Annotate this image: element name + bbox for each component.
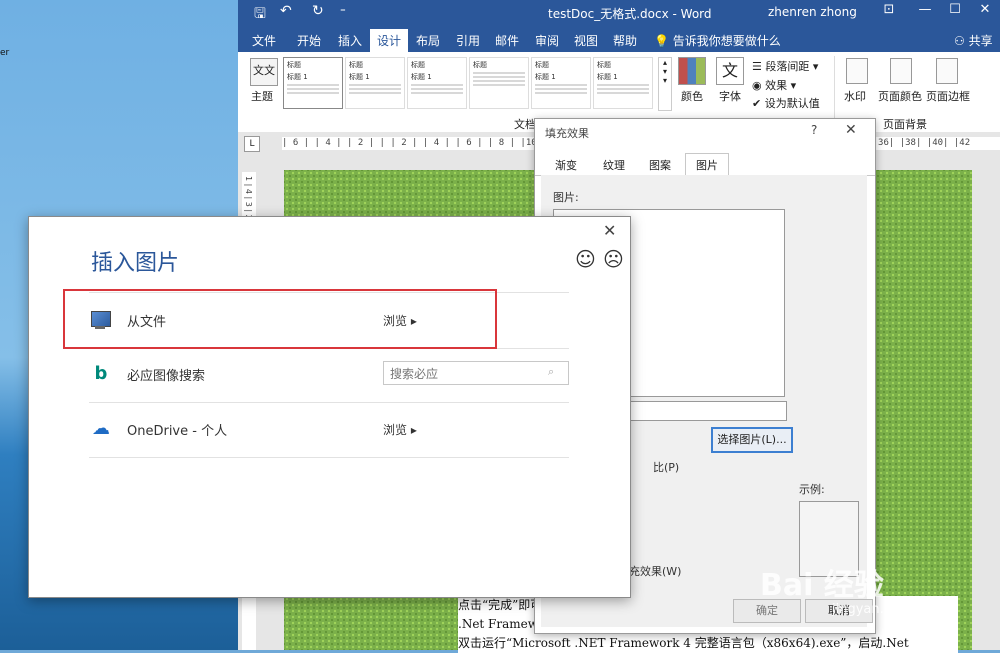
style-set-title: 标题 bbox=[473, 61, 487, 69]
style-set-item[interactable]: 标题 标题 1 bbox=[407, 57, 467, 109]
tab-mailings[interactable]: 邮件 bbox=[495, 32, 519, 49]
tab-references[interactable]: 引用 bbox=[456, 32, 480, 49]
bing-icon: b bbox=[94, 363, 108, 384]
customize-toolbar-icon[interactable]: ⁼ bbox=[340, 5, 346, 18]
tell-me-search[interactable]: 💡 告诉我你想要做什么 bbox=[654, 32, 781, 49]
title-bar: 🖫 ↶ ↻ ⁼ testDoc_无格式.docx - Word zhenren … bbox=[238, 0, 1000, 26]
fill-effects-tabs: 渐变 纹理 图案 图片 bbox=[535, 151, 875, 179]
tab-file[interactable]: 文件 bbox=[252, 32, 276, 49]
tell-me-label: 告诉我你想要做什么 bbox=[672, 34, 781, 48]
style-set-heading: 标题 1 bbox=[597, 73, 618, 81]
paragraph-spacing-label: 段落间距 bbox=[765, 60, 810, 73]
style-set-item[interactable]: 标题 标题 1 bbox=[283, 57, 343, 109]
themes-icon[interactable]: 文文 bbox=[250, 58, 278, 86]
help-icon[interactable]: ? bbox=[811, 123, 817, 137]
style-set-title: 标题 bbox=[287, 61, 301, 69]
minimize-icon[interactable]: — bbox=[910, 2, 940, 17]
browse-link[interactable]: 浏览 ▸ bbox=[383, 421, 417, 438]
tab-pattern[interactable]: 图案 bbox=[649, 157, 671, 173]
undo-icon[interactable]: ↶ bbox=[280, 3, 292, 19]
close-icon[interactable]: ✕ bbox=[603, 221, 616, 240]
style-set-item[interactable]: 标题 标题 1 bbox=[345, 57, 405, 109]
rotate-fill-checkbox[interactable]: 充效果(W) bbox=[629, 563, 681, 579]
paragraph-spacing-button[interactable]: ☰ 段落间距 ▾ bbox=[752, 58, 818, 74]
themes-label[interactable]: 主题 bbox=[251, 88, 273, 104]
onedrive-row[interactable]: ☁ OneDrive - 个人 浏览 ▸ bbox=[89, 402, 569, 458]
cloud-icon: ☁ bbox=[92, 418, 110, 439]
page-color-label[interactable]: 页面颜色 bbox=[878, 88, 922, 104]
share-label: 共享 bbox=[968, 34, 993, 48]
ribbon-options-icon[interactable]: ⊡ bbox=[874, 2, 904, 17]
tab-review[interactable]: 审阅 bbox=[535, 32, 559, 49]
colors-icon[interactable] bbox=[678, 57, 706, 85]
style-set-heading: 标题 1 bbox=[349, 73, 370, 81]
close-window-icon[interactable]: ✕ bbox=[970, 2, 1000, 17]
tab-selector[interactable]: L bbox=[244, 136, 260, 152]
bing-search-row: b 必应图像搜索 ⌕ bbox=[89, 347, 569, 403]
tab-texture[interactable]: 纹理 bbox=[603, 157, 625, 173]
lock-aspect-ratio-checkbox[interactable]: 比(P) bbox=[653, 459, 679, 475]
tab-layout[interactable]: 布局 bbox=[416, 32, 440, 49]
search-icon[interactable]: ⌕ bbox=[548, 365, 554, 379]
style-set-title: 标题 bbox=[597, 61, 611, 69]
bing-search-input[interactable] bbox=[388, 364, 542, 384]
sample-label: 示例: bbox=[799, 483, 825, 496]
set-default-button[interactable]: ✔ 设为默认值 bbox=[752, 95, 820, 111]
dialog-title: 插入图片 bbox=[91, 251, 180, 276]
style-set-title: 标题 bbox=[535, 61, 549, 69]
picture-label: 图片: bbox=[553, 191, 579, 204]
style-set-item[interactable]: 标题 标题 1 bbox=[593, 57, 653, 109]
set-default-label: 设为默认值 bbox=[764, 97, 820, 110]
document-title: testDoc_无格式.docx - Word bbox=[548, 7, 712, 21]
effects-label: 效果 bbox=[765, 79, 788, 92]
share-button[interactable]: ⚇ 共享 bbox=[954, 32, 993, 49]
fonts-label[interactable]: 字体 bbox=[719, 88, 741, 104]
save-icon[interactable]: 🖫 bbox=[254, 3, 266, 27]
desktop-edge-text: er bbox=[0, 48, 10, 58]
onedrive-label: OneDrive - 个人 bbox=[127, 424, 228, 439]
watermark-label[interactable]: 水印 bbox=[844, 88, 866, 104]
choose-picture-button[interactable]: 选择图片(L)... bbox=[711, 427, 793, 453]
insert-pictures-dialog: ✕ 插入图片 ☺ ☹ 从文件 浏览 ▸ b 必应图像搜索 ⌕ ☁ OneDriv… bbox=[28, 216, 631, 598]
baidu-jingyan-url: jingyan.baidu.com bbox=[832, 602, 952, 617]
page-background-group-label: 页面背景 bbox=[883, 118, 927, 131]
style-set-item[interactable]: 标题 标题 1 bbox=[531, 57, 591, 109]
colors-label[interactable]: 颜色 bbox=[681, 88, 703, 104]
redo-icon[interactable]: ↻ bbox=[312, 3, 324, 19]
tab-insert[interactable]: 插入 bbox=[338, 32, 362, 49]
page-color-icon[interactable] bbox=[890, 58, 912, 84]
style-set-heading: 标题 1 bbox=[535, 73, 556, 81]
page-borders-icon[interactable] bbox=[936, 58, 958, 84]
close-icon[interactable]: ✕ bbox=[845, 122, 857, 138]
effects-button[interactable]: ◉ 效果 ▾ bbox=[752, 77, 796, 93]
style-set-gallery: 标题 标题 1 标题 标题 1 标题 标题 1 标题 标题 标题 1 标题 标题… bbox=[283, 57, 655, 109]
style-set-item[interactable]: 标题 bbox=[469, 57, 529, 109]
bing-search-box[interactable]: ⌕ bbox=[383, 361, 569, 385]
baidu-jingyan-watermark: Bai 经验 bbox=[760, 568, 884, 603]
gallery-scroll[interactable]: ▴ ▾ ▾ bbox=[658, 57, 672, 111]
bing-search-label: 必应图像搜索 bbox=[127, 369, 206, 384]
frown-icon[interactable]: ☹ bbox=[603, 247, 624, 271]
document-line: 双击运行“Microsoft .NET Framework 4 完整语言包（x8… bbox=[458, 636, 909, 650]
tab-gradient[interactable]: 渐变 bbox=[555, 157, 577, 173]
maximize-icon[interactable]: ☐ bbox=[940, 2, 970, 17]
smile-icon[interactable]: ☺ bbox=[575, 247, 596, 271]
tab-view[interactable]: 视图 bbox=[574, 32, 598, 49]
user-name[interactable]: zhenren zhong bbox=[768, 5, 857, 19]
fill-effects-title: 填充效果 bbox=[545, 127, 589, 140]
fonts-icon[interactable]: 文 bbox=[716, 57, 744, 85]
ribbon-tabs: 文件 开始 插入 设计 布局 引用 邮件 审阅 视图 帮助 💡 告诉我你想要做什… bbox=[238, 26, 1000, 55]
tab-help[interactable]: 帮助 bbox=[613, 32, 637, 49]
highlight-annotation bbox=[63, 289, 497, 349]
watermark-icon[interactable] bbox=[846, 58, 868, 84]
page-borders-label[interactable]: 页面边框 bbox=[926, 88, 970, 104]
tab-home[interactable]: 开始 bbox=[297, 32, 321, 49]
style-set-heading: 标题 1 bbox=[287, 73, 308, 81]
style-set-title: 标题 bbox=[411, 61, 425, 69]
style-set-heading: 标题 1 bbox=[411, 73, 432, 81]
style-set-title: 标题 bbox=[349, 61, 363, 69]
